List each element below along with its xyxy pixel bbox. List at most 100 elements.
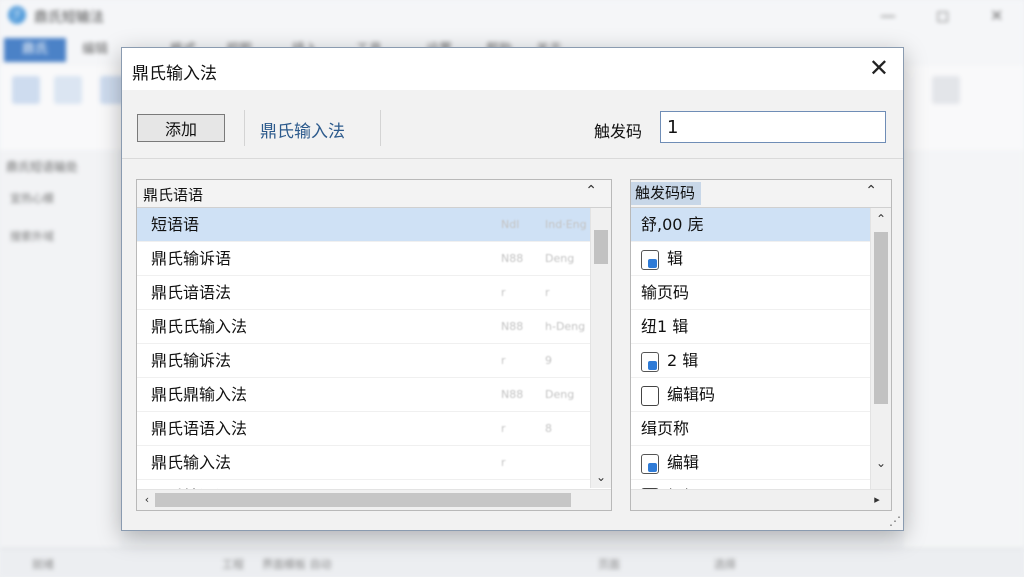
minimize-icon[interactable]: — <box>880 6 896 25</box>
scroll-down-icon[interactable]: ⌄ <box>591 468 611 486</box>
sort-up-icon[interactable]: ⌃ <box>585 183 597 199</box>
phrase-text: 鼎氏鼎输入法 <box>151 385 248 404</box>
trigger-cell: 舒,00 庑 <box>641 208 704 241</box>
faded-column-text: r <box>501 354 506 367</box>
faded-column-text: N88 <box>501 320 524 333</box>
status-text: 选择 <box>714 558 736 571</box>
trigger-cell: 缉页称 <box>641 412 689 445</box>
trigger-row[interactable]: 舒,00 庑 <box>631 208 891 242</box>
phrase-row[interactable]: 鼎氏鼎输入法 N88 Deng <box>137 378 611 412</box>
dialog-close-icon[interactable]: ✕ <box>869 54 889 82</box>
scrollbar-thumb[interactable] <box>874 232 888 404</box>
phrase-list: 鼎氏语语 ⌃ 短语语 Ndl Ind·Eng 鼎氏输诉语 N88 Deng 鼎氏谙语法 r r 鼎… <box>136 179 612 511</box>
scroll-left-icon[interactable]: ‹ <box>139 490 155 510</box>
trigger-column-title: 触发码码 <box>631 182 702 205</box>
faded-column-text: 9 <box>545 354 552 367</box>
resize-grip-icon[interactable]: ⋰ <box>889 514 901 528</box>
app-title-bar: ℱ 鼎氏短输法 — ◻ ✕ <box>0 0 1024 32</box>
trigger-list-header[interactable]: 触发码码 ⌃ <box>631 180 891 208</box>
app-logo-icon: ℱ <box>8 6 26 24</box>
document-icon <box>641 351 659 372</box>
trigger-row[interactable]: 2 辑 <box>631 344 891 378</box>
status-text: 就绪 <box>32 558 54 571</box>
trigger-text: 编辑码 <box>667 385 716 404</box>
scroll-right-icon[interactable]: ▸ <box>869 490 885 510</box>
phrase-text: 鼎氏输诉语 <box>151 249 232 268</box>
left-nav-panel: 鼎氏短语输处 宜热心模 搜索外域 <box>0 150 120 550</box>
toolbar-divider <box>244 110 245 146</box>
left-panel-item[interactable]: 宜热心模 <box>10 190 54 206</box>
trigger-row[interactable]: 辑 <box>631 242 891 276</box>
trigger-horizontal-scrollbar[interactable]: ▸ <box>631 489 891 510</box>
phrase-text: 鼎氏输入法 <box>151 453 232 472</box>
document-icon <box>641 453 659 474</box>
faded-column-text: r <box>545 286 550 299</box>
left-panel-item[interactable]: 搜索外域 <box>10 228 54 244</box>
phrase-column-title: 鼎氏语语 <box>143 186 204 204</box>
scrollbar-thumb[interactable] <box>594 230 608 264</box>
phrase-row[interactable]: 鼎氏输诉法 r 9 <box>137 344 611 378</box>
phrase-list-header[interactable]: 鼎氏语语 ⌃ <box>137 180 611 208</box>
phrase-row[interactable]: 鼎氏语语入法 r 8 <box>137 412 611 446</box>
left-panel-header: 鼎氏短语输处 <box>6 160 79 174</box>
faded-column-text: N88 <box>501 252 524 265</box>
phrase-row[interactable]: 鼎氏氏输入法 N88 h-Deng <box>137 310 611 344</box>
scrollbar-thumb[interactable] <box>155 493 571 507</box>
trigger-text: 编辑 <box>667 453 700 472</box>
faded-column-text: Ind·Eng <box>545 218 587 231</box>
phrase-vertical-scrollbar[interactable]: ⌄ <box>590 208 611 488</box>
phrase-row[interactable]: 鼎氏输诉语 N88 Deng <box>137 242 611 276</box>
trigger-row[interactable]: 编辑 <box>631 446 891 480</box>
trigger-code-label: 触发码 <box>594 122 643 141</box>
trigger-cell: 辑 <box>641 242 683 275</box>
faded-column-text: Deng <box>545 252 575 265</box>
trigger-cell: 2 辑 <box>641 344 698 377</box>
phrase-text: 短语语 <box>151 215 200 234</box>
trigger-vertical-scrollbar[interactable]: ⌃ ⌄ <box>870 208 891 508</box>
close-icon[interactable]: ✕ <box>990 6 1003 25</box>
faded-column-text: r <box>501 286 506 299</box>
sort-up-icon[interactable]: ⌃ <box>865 183 877 199</box>
add-button[interactable]: 添加 <box>137 114 225 142</box>
checkbox-icon[interactable] <box>641 385 659 406</box>
trigger-row[interactable]: 编辑码 <box>631 378 891 412</box>
phrase-text: 鼎氏语语入法 <box>151 419 248 438</box>
phrase-row[interactable]: 鼎氏谙语法 r r <box>137 276 611 310</box>
trigger-row[interactable]: 纽1 辑 <box>631 310 891 344</box>
trigger-cell: 编辑 <box>641 446 699 479</box>
scroll-up-icon[interactable]: ⌃ <box>871 210 891 228</box>
status-text: 页面 <box>598 558 620 571</box>
app-title: 鼎氏短输法 <box>34 10 104 26</box>
phrase-rows: 短语语 Ndl Ind·Eng 鼎氏输诉语 N88 Deng 鼎氏谙语法 r r 鼎氏氏输入法 N8… <box>137 208 611 510</box>
trigger-text: 2 辑 <box>667 351 699 370</box>
trigger-cell: 输页码 <box>641 276 689 309</box>
phrase-row[interactable]: 短语语 Ndl Ind·Eng <box>137 208 611 242</box>
phrase-row[interactable]: 鼎氏输入法 r <box>137 446 611 480</box>
trigger-row[interactable]: 缉页称 <box>631 412 891 446</box>
status-bar: 就绪 工程 界面模板 自动 页面 选择 <box>0 548 1024 577</box>
trigger-text: 缉页称 <box>641 419 690 438</box>
trigger-code-list: 触发码码 ⌃ 舒,00 庑辑输页码纽1 辑2 辑编辑码缉页称编辑辑辑 ⌃ ⌄ ▸ <box>630 179 892 511</box>
trigger-code-input[interactable] <box>660 111 886 143</box>
ribbon-button-icon[interactable] <box>12 76 40 104</box>
trigger-rows: 舒,00 庑辑输页码纽1 辑2 辑编辑码缉页称编辑辑辑 <box>631 208 891 510</box>
input-method-link[interactable]: 鼎氏输入法 <box>260 117 345 142</box>
trigger-text: 纽1 辑 <box>641 317 689 336</box>
faded-column-text: r <box>501 456 506 469</box>
ribbon-tab-active[interactable]: 鼎氏 <box>4 38 66 62</box>
faded-column-text: r <box>501 422 506 435</box>
trigger-text: 舒,00 庑 <box>641 215 704 234</box>
status-text: 界面模板 自动 <box>262 558 332 571</box>
faded-column-text: Ndl <box>501 218 520 231</box>
ribbon-button-icon[interactable] <box>932 76 960 104</box>
trigger-row[interactable]: 输页码 <box>631 276 891 310</box>
trigger-cell: 编辑码 <box>641 378 715 411</box>
trigger-text: 输页码 <box>641 283 690 302</box>
phrase-horizontal-scrollbar[interactable]: ‹ <box>137 489 611 510</box>
trigger-cell: 纽1 辑 <box>641 310 688 343</box>
scroll-down-icon[interactable]: ⌄ <box>871 454 891 472</box>
ribbon-tab[interactable]: 编辑 <box>82 38 108 62</box>
maximize-icon[interactable]: ◻ <box>936 6 949 25</box>
ribbon-button-icon[interactable] <box>54 76 82 104</box>
document-icon <box>641 249 659 270</box>
